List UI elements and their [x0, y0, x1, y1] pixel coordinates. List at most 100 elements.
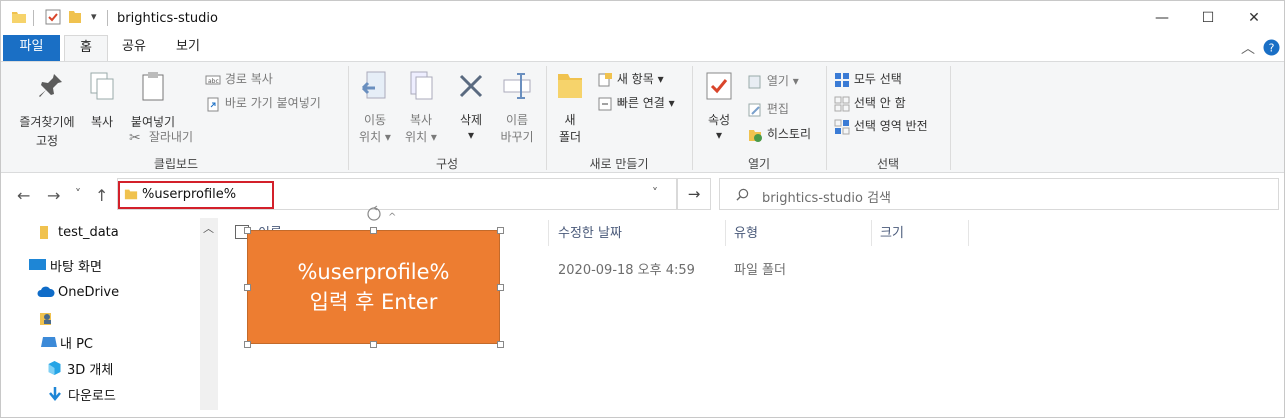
copy-to-icon — [410, 71, 433, 100]
desktop-icon — [29, 259, 46, 270]
nav-item-downloads[interactable]: 다운로드 — [49, 382, 116, 406]
new-folder-icon — [558, 74, 582, 98]
maximize-button[interactable]: ☐ — [1185, 1, 1231, 35]
move-to-button[interactable]: 이동 위치 ▾ — [355, 70, 395, 154]
close-button[interactable]: ✕ — [1231, 1, 1277, 35]
rename-label-1: 이름 — [505, 113, 529, 127]
nav-item-test-data[interactable]: test_data — [39, 220, 119, 244]
ribbon: 즐겨찾기에 고정 복사 붙여넣기 abc 경로 복사 바로 가기 붙여넣기 ✂ … — [1, 61, 1284, 173]
new-folder-button[interactable]: 새 폴더 — [553, 70, 587, 154]
invert-selection-button[interactable]: 선택 영역 반전 — [834, 117, 928, 135]
help-icon[interactable]: ? — [1263, 39, 1280, 56]
easy-access-button[interactable]: 빠른 연결 ▾ — [597, 94, 675, 112]
title-bar: ▾ brightics-studio — ☐ ✕ — [1, 1, 1284, 35]
properties-button[interactable]: 속성 ▾ — [701, 70, 737, 154]
sort-arrow-icon: ^ — [388, 212, 397, 223]
column-divider[interactable] — [871, 220, 872, 246]
3d-objects-icon — [48, 361, 61, 375]
nav-pane-scrollbar[interactable]: ︿ — [200, 218, 218, 410]
file-type: 파일 폴더 — [734, 263, 786, 278]
search-box[interactable]: brightics-studio 검색 — [719, 178, 1279, 210]
copy-path-icon: abc — [205, 75, 221, 85]
resize-handle[interactable] — [244, 341, 251, 348]
scroll-up-icon[interactable]: ︿ — [203, 220, 214, 236]
recent-locations-button[interactable]: ˅ — [75, 187, 81, 201]
nav-item-this-pc[interactable]: 내 PC — [41, 330, 93, 354]
column-divider[interactable] — [548, 220, 549, 246]
open-button[interactable]: 열기 ▾ — [747, 72, 799, 90]
copy-path-button[interactable]: abc 경로 복사 — [205, 70, 273, 88]
resize-handle[interactable] — [370, 341, 377, 348]
tab-view[interactable]: 보기 — [165, 35, 211, 61]
properties-icon[interactable] — [45, 9, 61, 25]
open-group-label: 열기 — [747, 157, 771, 171]
svg-text:abc: abc — [208, 78, 219, 85]
customize-quick-access-icon[interactable]: ▾ — [91, 10, 97, 23]
copy-to-button[interactable]: 복사 위치 ▾ — [399, 70, 443, 154]
new-folder-label-1: 새 — [564, 113, 576, 127]
nav-label: 바탕 화면 — [50, 259, 102, 275]
pin-to-quick-access-button[interactable]: 즐겨찾기에 고정 — [9, 70, 85, 154]
forward-button[interactable]: → — [47, 186, 60, 205]
history-label: 히스토리 — [766, 127, 811, 141]
history-icon — [749, 129, 762, 142]
clipboard-group-label: 클립보드 — [153, 157, 199, 171]
column-header-modified[interactable]: 수정한 날짜 — [558, 222, 622, 244]
nav-item-onedrive[interactable]: OneDrive — [37, 280, 119, 304]
copy-button[interactable]: 복사 — [85, 70, 119, 154]
select-none-button[interactable]: 선택 안 함 — [834, 94, 906, 112]
collapse-ribbon-icon[interactable]: ︿ — [1241, 38, 1255, 58]
nav-item-desktop[interactable]: 바탕 화면 — [29, 253, 102, 277]
pin-label-1: 즐겨찾기에 — [19, 115, 75, 129]
column-header-size[interactable]: 크기 — [880, 222, 904, 244]
resize-handle[interactable] — [497, 227, 504, 234]
select-all-icon — [835, 72, 849, 87]
callout-box: %userprofile% 입력 후 Enter — [247, 230, 500, 344]
address-dropdown-button[interactable]: ˅ — [652, 186, 658, 200]
tab-home[interactable]: 홈 — [64, 35, 108, 62]
pc-icon — [41, 337, 57, 347]
history-button[interactable]: 히스토리 — [747, 125, 811, 143]
rotate-handle-icon[interactable] — [364, 204, 384, 224]
new-folder-label-2: 폴더 — [558, 130, 582, 144]
download-icon — [49, 387, 61, 401]
search-input[interactable]: brightics-studio 검색 — [762, 187, 891, 206]
open-label: 열기 ▾ — [766, 74, 799, 88]
delete-label-1: 삭제 — [459, 113, 483, 127]
paste-icon — [142, 72, 164, 101]
open-icon — [748, 75, 761, 88]
cut-button[interactable]: ✂ 잘라내기 — [129, 128, 193, 146]
invert-selection-label: 선택 영역 반전 — [853, 119, 928, 133]
easy-access-label: 빠른 연결 ▾ — [616, 96, 675, 110]
select-all-button[interactable]: 모두 선택 — [834, 70, 902, 88]
new-folder-icon[interactable] — [67, 9, 83, 25]
delete-button[interactable]: 삭제 ▾ — [451, 70, 491, 154]
callout-line-1: %userprofile% — [297, 260, 450, 284]
edit-button[interactable]: 편집 — [747, 100, 789, 118]
new-item-button[interactable]: 새 항목 ▾ — [597, 70, 664, 88]
nav-item-user[interactable] — [39, 306, 53, 330]
resize-handle[interactable] — [370, 227, 377, 234]
resize-handle[interactable] — [244, 284, 251, 291]
resize-handle[interactable] — [497, 341, 504, 348]
column-divider[interactable] — [725, 220, 726, 246]
nav-item-3d-objects[interactable]: 3D 개체 — [47, 356, 113, 380]
properties-icon — [706, 72, 732, 100]
column-header-type[interactable]: 유형 — [734, 222, 758, 244]
rename-button[interactable]: 이름 바꾸기 — [495, 70, 539, 154]
copy-to-label-2: 위치 ▾ — [405, 130, 437, 144]
up-button[interactable]: ↑ — [95, 186, 108, 205]
column-divider[interactable] — [968, 220, 969, 246]
minimize-button[interactable]: — — [1139, 1, 1185, 35]
paste-shortcut-button[interactable]: 바로 가기 붙여넣기 — [205, 94, 321, 112]
new-item-label: 새 항목 ▾ — [616, 72, 664, 86]
paste-shortcut-label: 바로 가기 붙여넣기 — [224, 96, 321, 110]
tab-share[interactable]: 공유 — [111, 35, 157, 61]
resize-handle[interactable] — [244, 227, 251, 234]
tab-file[interactable]: 파일 — [3, 35, 60, 61]
back-button[interactable]: ← — [17, 186, 30, 205]
select-none-icon — [834, 96, 850, 111]
resize-handle[interactable] — [497, 284, 504, 291]
navigation-pane: test_data 바탕 화면 OneDrive 내 PC 3D 개체 다운로드 — [1, 218, 201, 410]
go-button[interactable]: → — [677, 178, 711, 210]
